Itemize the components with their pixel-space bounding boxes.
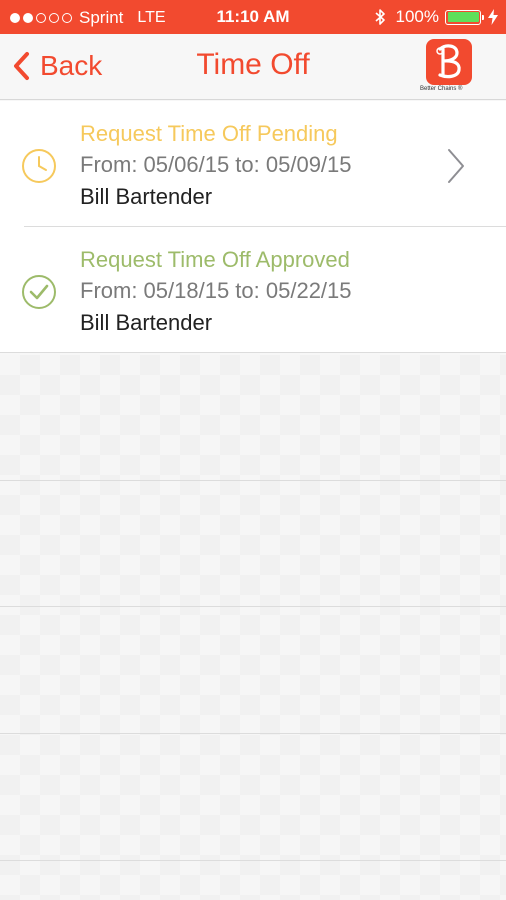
bluetooth-icon [374,9,385,25]
row-divider [0,733,506,734]
chevron-right-icon[interactable] [446,147,466,185]
request-row-pending[interactable]: Request Time Off Pending From: 05/06/15 … [0,101,506,227]
status-bar: Sprint LTE 11:10 AM 100% [0,0,506,34]
logo-caption: Better Chains ® [420,86,463,92]
row-divider [0,860,506,861]
row-divider [0,480,506,481]
request-text: Request Time Off Pending From: 05/06/15 … [80,119,352,213]
request-status: Request Time Off Approved [80,247,350,272]
logo-b-icon [436,44,461,79]
status-right: 100% [374,7,498,27]
logo-mark [426,39,472,85]
request-text: Request Time Off Approved From: 05/18/15… [80,245,352,339]
request-status: Request Time Off Pending [80,121,338,146]
employee-name: Bill Bartender [80,310,213,335]
battery-percent: 100% [395,7,439,26]
time-off-request-list: Request Time Off Pending From: 05/06/15 … [0,101,506,353]
brand-logo: Better Chains ® [420,39,482,99]
employee-name: Bill Bartender [80,184,213,209]
navigation-bar: Back Time Off Better Chains ® [0,34,506,100]
clock-icon [22,149,56,183]
charging-bolt-icon [488,9,498,25]
request-row-approved[interactable]: Request Time Off Approved From: 05/18/15… [0,227,506,353]
request-date-range: From: 05/06/15 to: 05/09/15 [80,152,352,177]
check-circle-icon [22,275,56,309]
empty-list-area [0,355,506,900]
battery-icon [445,9,484,25]
row-divider [0,606,506,607]
request-date-range: From: 05/18/15 to: 05/22/15 [80,278,352,303]
